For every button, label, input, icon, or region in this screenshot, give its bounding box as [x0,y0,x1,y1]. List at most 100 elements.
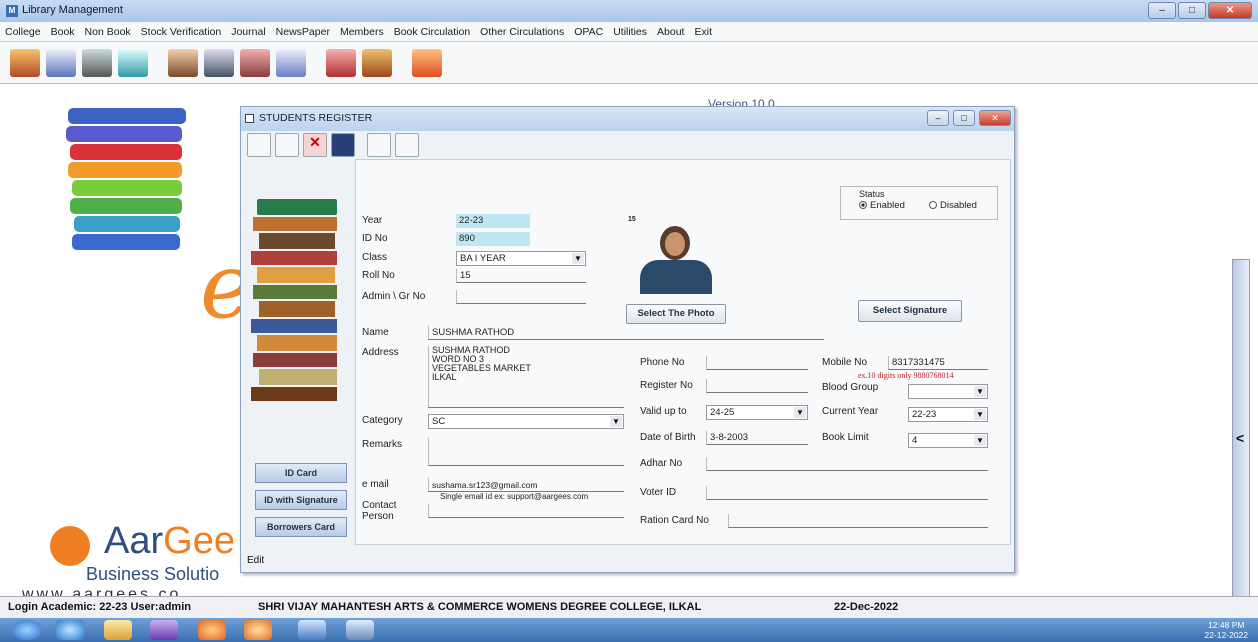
close-button[interactable]: ✕ [1208,2,1252,19]
menu-opac[interactable]: OPAC [569,22,608,42]
menu-members[interactable]: Members [335,22,389,42]
book-limit-select[interactable]: 4 ▼ [908,433,988,448]
email-hint: Single email id ex: support@aargees.com [440,492,589,501]
student-photo [630,220,722,296]
id-card-icon[interactable] [204,49,234,77]
phone-label: Phone No [640,357,685,368]
books-icon[interactable] [10,49,40,77]
taskbar: 12:48 PM 22-12-2022 [0,618,1258,642]
window-title: Library Management [22,4,123,16]
category-select[interactable]: SC ▼ [428,414,624,429]
id-card-button[interactable]: ID Card [255,463,347,483]
address-field[interactable]: SUSHMA RATHOD WORD NO 3 VEGETABLES MARKET I… [428,346,624,408]
voter-id-field[interactable] [706,486,988,500]
tools-icon[interactable] [326,49,356,77]
edit-icon[interactable] [275,133,299,157]
side-panel-toggle[interactable]: < [1232,259,1250,619]
admin-field[interactable] [456,290,586,304]
menu-non-book[interactable]: Non Book [80,22,136,42]
catalog-icon[interactable] [46,49,76,77]
minimize-button[interactable]: – [1148,2,1176,19]
address-label: Address [362,347,399,358]
title-bar: M Library Management – □ ✕ [0,0,1258,22]
maximize-button[interactable]: □ [1178,2,1206,19]
blood-group-select[interactable]: ▼ [908,384,988,399]
chevron-down-icon: ▼ [794,407,806,418]
exit-icon[interactable] [395,133,419,157]
dialog-close-button[interactable]: ✕ [979,110,1011,126]
opera-icon[interactable] [244,620,272,640]
chevron-down-icon: ▼ [974,435,986,446]
status-group: Status Enabled Disabled [840,186,998,220]
contact-person-field[interactable] [428,504,624,518]
year-label: Year [362,215,383,226]
menu-college[interactable]: College [0,22,46,42]
remarks-field[interactable] [428,438,624,466]
name-field[interactable]: SUSHMA RATHOD [428,326,824,340]
menu-newspaper[interactable]: NewsPaper [271,22,335,42]
document-taskbar-icon[interactable] [346,620,374,640]
id-with-signature-button[interactable]: ID with Signature [255,490,347,510]
idno-field[interactable]: 890 [456,232,530,246]
dob-field[interactable]: 3-8-2003 [706,431,808,445]
system-clock: 12:48 PM 22-12-2022 [1204,620,1248,640]
status-disabled-radio[interactable]: Disabled [929,200,977,211]
folder-icon[interactable] [104,620,132,640]
menu-utilities[interactable]: Utilities [608,22,652,42]
new-icon[interactable] [247,133,271,157]
firefox-icon[interactable] [198,620,226,640]
flag-icon[interactable] [240,49,270,77]
email-field[interactable]: sushama.sr123@gmail.com [428,478,624,492]
delete-icon[interactable]: ✕ [303,133,327,157]
start-button-icon[interactable] [12,620,42,640]
category-label: Category [362,415,403,426]
roll-field[interactable]: 15 [456,269,586,283]
current-year-label: Current Year [822,406,879,417]
app-taskbar-icon[interactable] [298,620,326,640]
message-icon[interactable] [412,49,442,77]
class-select[interactable]: BA I YEAR ▼ [456,251,586,266]
dob-label: Date of Birth [640,432,696,443]
phone-field[interactable] [706,356,808,370]
status-label: Status [859,189,885,199]
status-enabled-radio[interactable]: Enabled [859,200,905,211]
mobile-hint: ex.10 digits only 9880768014 [858,371,954,380]
exit-door-icon[interactable] [362,49,392,77]
student-icon[interactable] [168,49,198,77]
ie-icon[interactable] [56,620,84,640]
media-icon[interactable] [150,620,178,640]
menu-book-circulation[interactable]: Book Circulation [389,22,475,42]
menu-book[interactable]: Book [46,22,80,42]
adhar-field[interactable] [706,457,988,471]
year-field[interactable]: 22-23 [456,214,530,228]
dialog-title: STUDENTS REGISTER [259,112,373,124]
chevron-down-icon: ▼ [974,409,986,420]
menu-stock-verification[interactable]: Stock Verification [136,22,227,42]
select-signature-button[interactable]: Select Signature [858,300,962,322]
menu-other-circulations[interactable]: Other Circulations [475,22,569,42]
document-icon[interactable] [276,49,306,77]
valid-upto-select[interactable]: 24-25 ▼ [706,405,808,420]
select-photo-button[interactable]: Select The Photo [626,304,726,324]
dialog-maximize-button[interactable]: □ [953,110,975,126]
email-label: e mail [362,479,389,490]
find-icon[interactable] [367,133,391,157]
admin-label: Admin \ Gr No [362,291,426,302]
mobile-field[interactable]: 8317331475 [888,356,988,370]
dialog-minimize-button[interactable]: – [927,110,949,126]
save-icon[interactable] [331,133,355,157]
idno-label: ID No [362,233,388,244]
voter-label: Voter ID [640,487,677,498]
register-field[interactable] [706,379,808,393]
member-icon[interactable] [82,49,112,77]
ration-card-field[interactable] [728,514,988,528]
search-icon[interactable] [118,49,148,77]
current-year-select[interactable]: 22-23 ▼ [908,407,988,422]
menu-journal[interactable]: Journal [226,22,270,42]
name-label: Name [362,327,389,338]
borrowers-card-button[interactable]: Borrowers Card [255,517,347,537]
menu-about[interactable]: About [652,22,689,42]
menu-exit[interactable]: Exit [689,22,717,42]
valid-label: Valid up to [640,406,687,417]
ration-label: Ration Card No [640,515,709,526]
